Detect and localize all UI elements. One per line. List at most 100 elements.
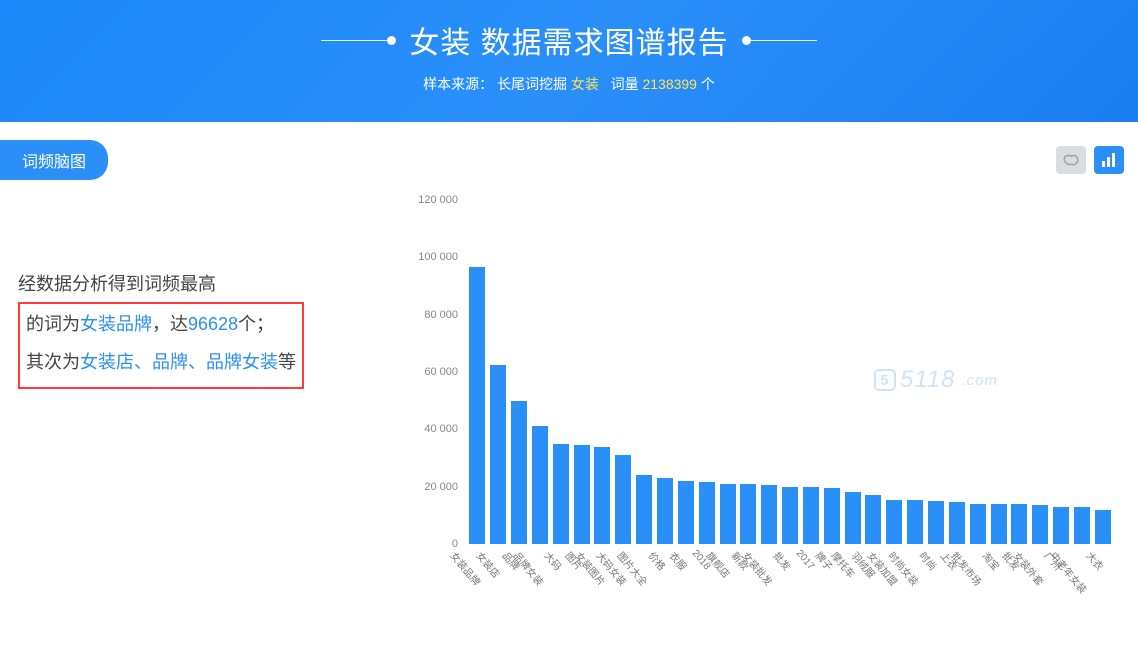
count-suffix: 个: [701, 76, 715, 92]
y-tick-label: 20 000: [400, 481, 458, 493]
bar-chart-icon: [1101, 153, 1117, 167]
sample-label: 样本来源：: [423, 76, 493, 92]
bar[interactable]: [1053, 507, 1069, 544]
bar[interactable]: [511, 401, 527, 544]
bar-col: 女装外套: [1031, 200, 1050, 544]
sample-info: 样本来源： 长尾词挖掘 女装 词量 2138399 个: [0, 74, 1138, 94]
bar-col: 女装店: [489, 200, 508, 544]
bar[interactable]: [532, 426, 548, 544]
sample-source: 长尾词挖掘: [497, 76, 567, 92]
title-row: 女装 数据需求图谱报告: [0, 18, 1138, 62]
x-tick-label: 时尚: [916, 548, 940, 573]
bar[interactable]: [574, 445, 590, 544]
brain-icon: [1062, 153, 1080, 167]
bar-col: 衣服: [676, 200, 695, 544]
bar[interactable]: [886, 500, 902, 544]
brain-view-button[interactable]: [1056, 146, 1086, 174]
sample-keyword: 女装: [571, 76, 599, 92]
bar[interactable]: [720, 484, 736, 544]
chart-wrap: 5 5118 .com 女装品牌女装店品牌品牌女装大码图片女装图片大码女装图片大…: [400, 186, 1138, 610]
x-tick-label: 2017: [793, 548, 816, 572]
bar-col: 批发市场: [968, 200, 987, 544]
bar[interactable]: [970, 504, 986, 544]
bar-col: 2018: [697, 200, 716, 544]
bar[interactable]: [1095, 510, 1111, 544]
bar[interactable]: [949, 502, 965, 544]
y-tick-label: 60 000: [400, 366, 458, 378]
x-tick-label: 大衣: [1083, 548, 1107, 573]
bar[interactable]: [469, 267, 485, 544]
bar-col: 批发: [781, 200, 800, 544]
bar-col: 图片大全: [635, 200, 654, 544]
bar[interactable]: [761, 485, 777, 544]
bar[interactable]: [1074, 507, 1090, 544]
x-tick-label: 大码: [541, 548, 565, 573]
bar[interactable]: [865, 495, 881, 544]
y-tick-label: 40 000: [400, 423, 458, 435]
bar[interactable]: [615, 455, 631, 544]
bar[interactable]: [907, 500, 923, 544]
y-tick-label: 120 000: [400, 194, 458, 206]
bar[interactable]: [782, 487, 798, 544]
bar[interactable]: [740, 484, 756, 544]
analysis-panel: 经数据分析得到词频最高 的词为女装品牌，达96628个； 其次为女装店、品牌、品…: [0, 186, 400, 389]
bar[interactable]: [553, 444, 569, 544]
bar[interactable]: [699, 482, 715, 544]
bar-col: 时尚女装: [906, 200, 925, 544]
bar-col: 价格: [656, 200, 675, 544]
analysis-line3: 其次为女装店、品牌、品牌女装等: [26, 344, 296, 382]
frequency-bar-chart: 女装品牌女装店品牌品牌女装大码图片女装图片大码女装图片大全价格衣服2018旗舰店…: [400, 190, 1120, 610]
decor-line-left: [321, 40, 391, 41]
page-title: 女装 数据需求图谱报告: [409, 18, 728, 62]
count-value: 2138399: [642, 76, 697, 92]
view-switch: [1056, 146, 1124, 174]
bar[interactable]: [678, 481, 694, 544]
bar[interactable]: [657, 478, 673, 544]
analysis-line1: 经数据分析得到词频最高: [18, 266, 390, 304]
bar-col: 女装加盟: [885, 200, 904, 544]
bar-col: 2017: [802, 200, 821, 544]
count-label: 词量: [611, 76, 639, 92]
x-tick-label: 价格: [646, 548, 670, 573]
bar[interactable]: [1011, 504, 1027, 544]
bar-col: 大衣: [1093, 200, 1112, 544]
plot-area: 女装品牌女装店品牌品牌女装大码图片女装图片大码女装图片大全价格衣服2018旗舰店…: [464, 200, 1116, 544]
x-tick-label: 批发: [771, 548, 795, 573]
txt: ，达: [152, 314, 188, 334]
analysis-line2: 的词为女装品牌，达96628个；: [26, 306, 296, 344]
y-tick-label: 100 000: [400, 251, 458, 263]
bar-col: 中老年女装: [1072, 200, 1091, 544]
bar-col: 广州: [1052, 200, 1071, 544]
content: 经数据分析得到词频最高 的词为女装品牌，达96628个； 其次为女装店、品牌、品…: [0, 186, 1138, 610]
bar-col: 上衣: [947, 200, 966, 544]
x-tick-label: 淘宝: [979, 548, 1003, 573]
analysis-highlight-box: 的词为女装品牌，达96628个； 其次为女装店、品牌、品牌女装等: [18, 302, 304, 390]
bar-col: 女装图片: [593, 200, 612, 544]
bar[interactable]: [1032, 505, 1048, 544]
bar[interactable]: [490, 365, 506, 544]
bar-col: 摩托车: [843, 200, 862, 544]
next-words: 女装店、品牌、品牌女装: [80, 352, 278, 372]
bar[interactable]: [636, 475, 652, 544]
bar-col: 批发: [1010, 200, 1029, 544]
tab-word-freq-map[interactable]: 词频脑图: [0, 140, 108, 180]
bar[interactable]: [594, 447, 610, 544]
y-tick-label: 80 000: [400, 309, 458, 321]
bar[interactable]: [991, 504, 1007, 544]
bar-col: 品牌: [510, 200, 529, 544]
bars: 女装品牌女装店品牌品牌女装大码图片女装图片大码女装图片大全价格衣服2018旗舰店…: [464, 200, 1116, 544]
report-header: 女装 数据需求图谱报告 样本来源： 长尾词挖掘 女装 词量 2138399 个: [0, 0, 1138, 122]
bar[interactable]: [928, 501, 944, 544]
bar[interactable]: [845, 492, 861, 544]
bar[interactable]: [824, 488, 840, 544]
chart-view-button[interactable]: [1094, 146, 1124, 174]
bar-col: 羽绒服: [864, 200, 883, 544]
bar[interactable]: [803, 487, 819, 544]
bar-col: 时尚: [927, 200, 946, 544]
bar-col: 牌子: [822, 200, 841, 544]
toolbar: 词频脑图: [0, 122, 1138, 186]
y-tick-label: 0: [400, 538, 458, 550]
bar-col: 新款: [739, 200, 758, 544]
bar-col: 女装品牌: [468, 200, 487, 544]
top-word: 女装品牌: [80, 314, 152, 334]
